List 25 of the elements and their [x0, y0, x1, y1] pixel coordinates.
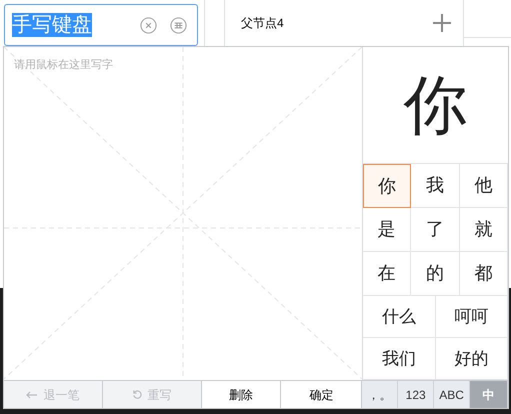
back-arrow-icon — [26, 390, 38, 398]
phrase-key[interactable]: 呵呵 — [436, 296, 508, 338]
candidate-key[interactable]: 我 — [411, 164, 460, 208]
candidate-key[interactable]: 你 — [363, 164, 412, 208]
candidate-key[interactable]: 就 — [460, 208, 508, 252]
plus-icon[interactable] — [433, 14, 451, 32]
input-value: 手写键盘 — [12, 13, 92, 37]
canvas-placeholder: 请用鼠标在这里写字 — [14, 58, 113, 73]
character-preview: 你 — [404, 70, 468, 140]
candidate-key[interactable]: 的 — [411, 252, 460, 296]
candidate-key[interactable]: 是 — [363, 208, 412, 252]
candidate-key[interactable]: 了 — [411, 208, 460, 252]
candidate-key[interactable]: 他 — [460, 164, 508, 208]
refresh-icon — [132, 389, 143, 400]
mode-tab[interactable]: ，。 — [362, 381, 398, 408]
node-label: 父节点4 — [241, 15, 284, 32]
candidate-key[interactable]: 都 — [460, 252, 508, 296]
candidate-key[interactable]: 在 — [363, 252, 412, 296]
phrase-key[interactable]: 好的 — [436, 338, 508, 380]
phrase-key[interactable]: 什么 — [363, 296, 436, 338]
keyboard-icon[interactable] — [170, 16, 187, 34]
clear-icon[interactable] — [140, 16, 157, 34]
mode-tab[interactable]: ABC — [434, 381, 470, 408]
phrase-key[interactable]: 我们 — [363, 338, 436, 380]
mode-tab[interactable]: 123 — [398, 381, 434, 408]
